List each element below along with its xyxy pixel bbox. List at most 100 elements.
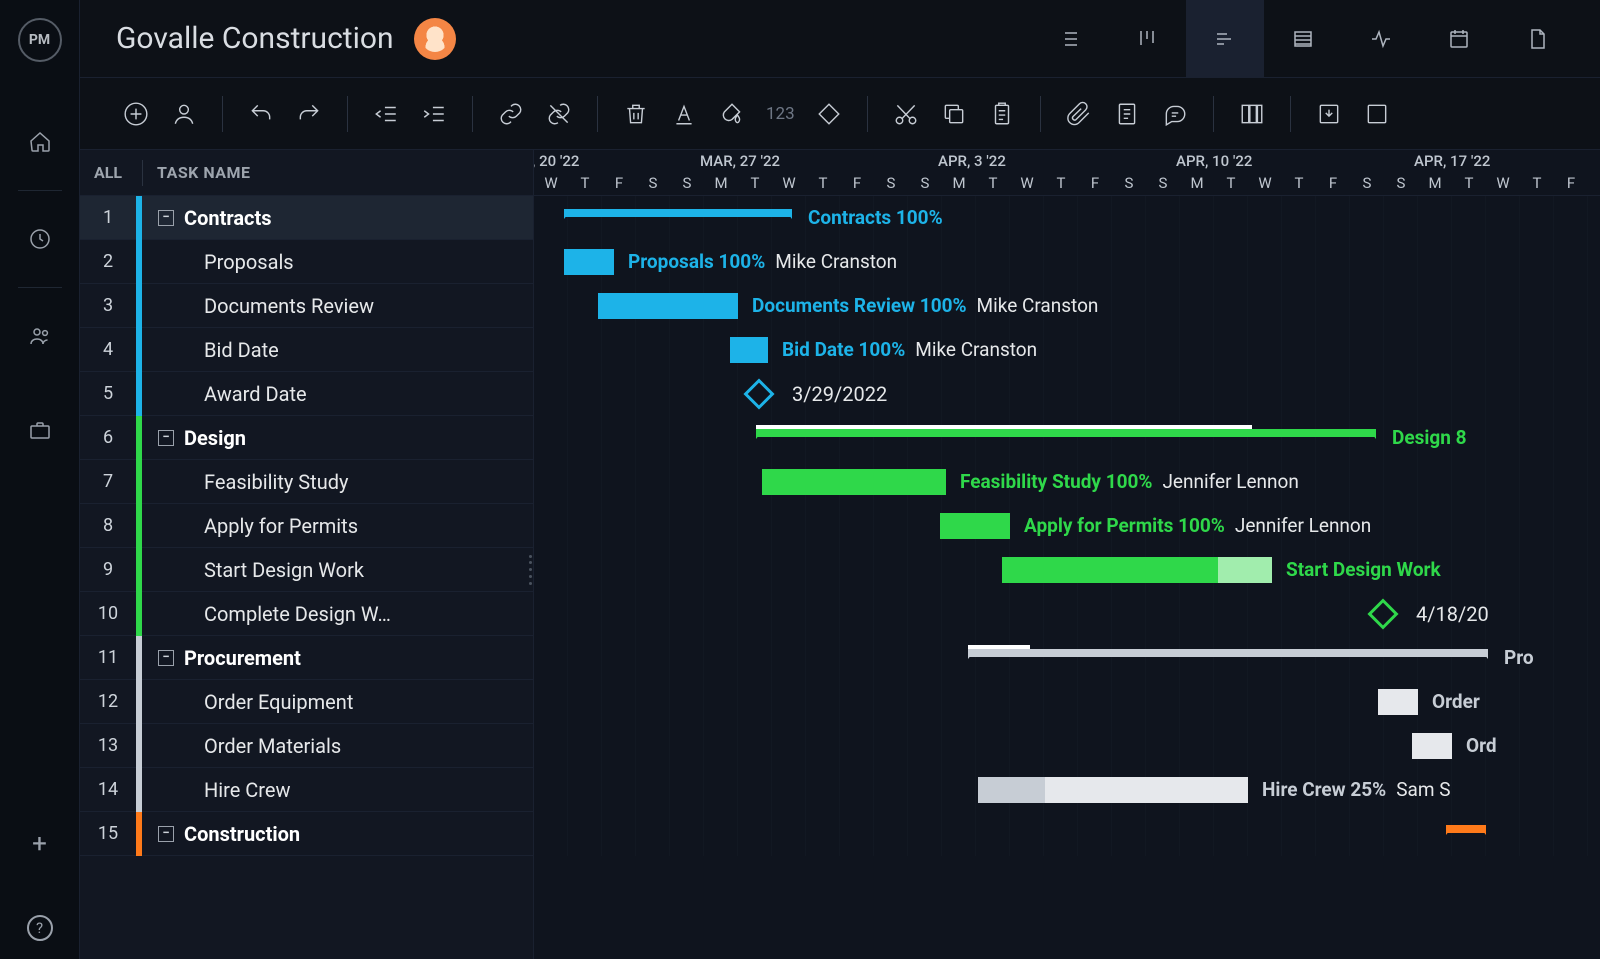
add-task-button[interactable]: [116, 94, 156, 134]
collapse-toggle[interactable]: −: [158, 650, 174, 666]
view-gantt[interactable]: [1186, 0, 1264, 78]
gantt-row[interactable]: Hire Crew 25%Sam S: [534, 768, 1600, 812]
task-row[interactable]: 2Proposals: [80, 240, 533, 284]
summary-bar[interactable]: [968, 649, 1488, 657]
task-bar[interactable]: [730, 337, 768, 363]
task-row[interactable]: 8Apply for Permits: [80, 504, 533, 548]
task-row[interactable]: 4Bid Date: [80, 328, 533, 372]
view-calendar[interactable]: [1420, 0, 1498, 78]
gantt-row[interactable]: Ord: [534, 724, 1600, 768]
gantt-row[interactable]: Design 8: [534, 416, 1600, 460]
task-row[interactable]: 1−Contracts: [80, 196, 533, 240]
help-icon[interactable]: ?: [27, 915, 53, 941]
task-row[interactable]: 12Order Equipment: [80, 680, 533, 724]
column-all[interactable]: ALL: [80, 163, 142, 182]
notes-button[interactable]: [1107, 94, 1147, 134]
task-row[interactable]: 5Award Date: [80, 372, 533, 416]
task-name: −Design: [142, 426, 246, 450]
link-button[interactable]: [491, 94, 531, 134]
gantt-panel[interactable]: , 20 '22 MAR, 27 '22APR, 3 '22APR, 10 '2…: [534, 150, 1600, 959]
task-bar[interactable]: [564, 249, 614, 275]
summary-bar[interactable]: [1446, 825, 1486, 833]
collapse-toggle[interactable]: −: [158, 210, 174, 226]
bar-label: Design 8: [1392, 426, 1467, 449]
task-bar[interactable]: [762, 469, 946, 495]
gantt-row[interactable]: Proposals 100%Mike Cranston: [534, 240, 1600, 284]
day-label: T: [738, 174, 772, 192]
gantt-row[interactable]: Apply for Permits 100%Jennifer Lennon: [534, 504, 1600, 548]
task-bar[interactable]: [1378, 689, 1418, 715]
unlink-button[interactable]: [539, 94, 579, 134]
summary-bar[interactable]: [564, 209, 792, 217]
portfolio-icon[interactable]: [18, 408, 62, 452]
outdent-button[interactable]: [366, 94, 406, 134]
gantt-row[interactable]: Start Design Work: [534, 548, 1600, 592]
task-name: −Contracts: [142, 206, 272, 230]
task-row[interactable]: 7Feasibility Study: [80, 460, 533, 504]
attachment-button[interactable]: [1059, 94, 1099, 134]
view-file[interactable]: [1498, 0, 1576, 78]
gantt-row[interactable]: Contracts 100%: [534, 196, 1600, 240]
summary-bar[interactable]: [756, 429, 1376, 437]
import-button[interactable]: [1309, 94, 1349, 134]
collapse-toggle[interactable]: −: [158, 826, 174, 842]
fill-color-button[interactable]: [712, 94, 752, 134]
task-bar[interactable]: [978, 777, 1248, 803]
undo-button[interactable]: [241, 94, 281, 134]
gantt-row[interactable]: Feasibility Study 100%Jennifer Lennon: [534, 460, 1600, 504]
gantt-row[interactable]: 3/29/2022: [534, 372, 1600, 416]
paste-button[interactable]: [982, 94, 1022, 134]
bar-assignee: Jennifer Lennon: [1235, 514, 1371, 537]
task-row[interactable]: 11−Procurement: [80, 636, 533, 680]
copy-button[interactable]: [934, 94, 974, 134]
milestone-diamond[interactable]: [1367, 598, 1398, 629]
team-icon[interactable]: [18, 314, 62, 358]
task-number: 12: [80, 691, 136, 712]
gantt-row[interactable]: 4/18/20: [534, 592, 1600, 636]
task-bar[interactable]: [1002, 557, 1272, 583]
redo-button[interactable]: [289, 94, 329, 134]
task-name: Award Date: [142, 382, 307, 406]
task-bar[interactable]: [598, 293, 738, 319]
gantt-row[interactable]: Bid Date 100%Mike Cranston: [534, 328, 1600, 372]
task-row[interactable]: 3Documents Review: [80, 284, 533, 328]
gantt-row[interactable]: [534, 812, 1600, 856]
gantt-row[interactable]: Documents Review 100%Mike Cranston: [534, 284, 1600, 328]
cut-button[interactable]: [886, 94, 926, 134]
columns-button[interactable]: [1232, 94, 1272, 134]
indent-button[interactable]: [414, 94, 454, 134]
user-avatar[interactable]: [414, 18, 456, 60]
day-label: F: [602, 174, 636, 192]
task-row[interactable]: 13Order Materials: [80, 724, 533, 768]
gantt-row[interactable]: Order: [534, 680, 1600, 724]
task-row[interactable]: 9Start Design Work: [80, 548, 533, 592]
delete-button[interactable]: [616, 94, 656, 134]
comment-button[interactable]: [1155, 94, 1195, 134]
milestone-diamond[interactable]: [743, 378, 774, 409]
view-dashboard[interactable]: [1342, 0, 1420, 78]
milestone-button[interactable]: [809, 94, 849, 134]
view-board[interactable]: [1108, 0, 1186, 78]
add-icon[interactable]: +: [32, 829, 47, 859]
task-row[interactable]: 6−Design: [80, 416, 533, 460]
export-button[interactable]: [1357, 94, 1397, 134]
task-row[interactable]: 15−Construction: [80, 812, 533, 856]
app-logo[interactable]: PM: [18, 18, 62, 62]
home-icon[interactable]: [18, 120, 62, 164]
view-list[interactable]: [1030, 0, 1108, 78]
collapse-toggle[interactable]: −: [158, 430, 174, 446]
task-row[interactable]: 10Complete Design W…: [80, 592, 533, 636]
gantt-row[interactable]: Pro: [534, 636, 1600, 680]
day-label: S: [1146, 174, 1180, 192]
task-bar[interactable]: [940, 513, 1010, 539]
recent-icon[interactable]: [18, 217, 62, 261]
task-bar[interactable]: [1412, 733, 1452, 759]
bar-assignee: Mike Cranston: [775, 250, 897, 273]
column-task-name[interactable]: TASK NAME: [143, 163, 251, 182]
task-name: Order Materials: [142, 734, 341, 758]
task-row[interactable]: 14Hire Crew: [80, 768, 533, 812]
view-sheet[interactable]: [1264, 0, 1342, 78]
text-color-button[interactable]: [664, 94, 704, 134]
day-label: F: [1316, 174, 1350, 192]
assign-button[interactable]: [164, 94, 204, 134]
